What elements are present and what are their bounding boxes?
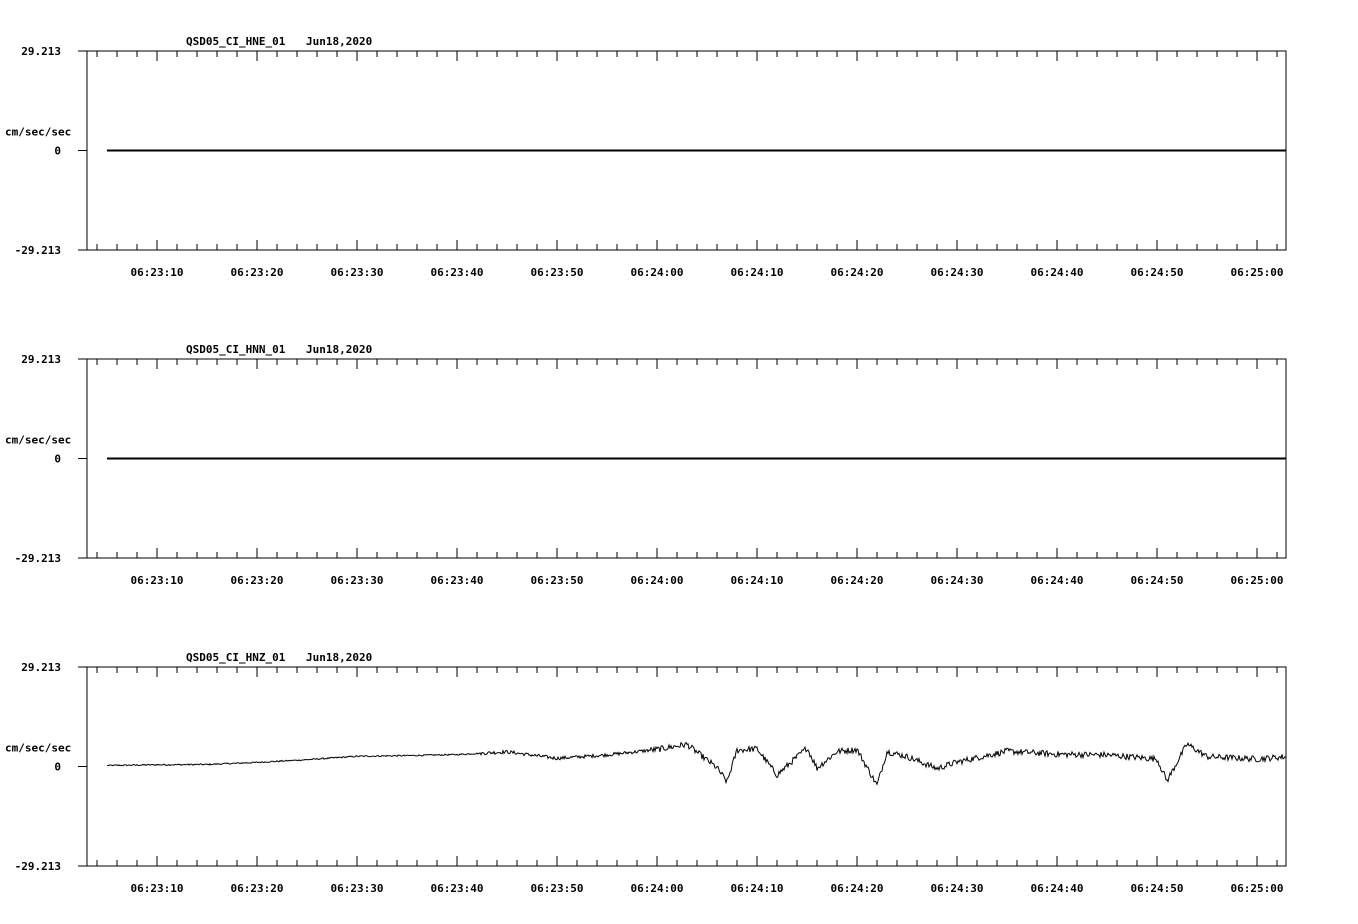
panel-1-xtick-label: 06:24:40 <box>1031 266 1084 279</box>
panel-1-xtick-label: 06:24:30 <box>931 266 984 279</box>
panel-3-xtick-label: 06:23:40 <box>431 882 484 895</box>
panel-2-xtick-label: 06:24:40 <box>1031 574 1084 587</box>
panel-1-xtick-label: 06:23:40 <box>431 266 484 279</box>
seismogram-figure: QSD05_CI_HNE_01 Jun18,2020 29.213 0 -29.213 c… <box>5 35 1287 895</box>
panel-2-ylabel: cm/sec/sec <box>5 434 71 447</box>
panel-3-xtick-label: 06:23:10 <box>131 882 184 895</box>
panel-2-ytick-bottom: -29.213 <box>15 552 61 565</box>
panel-2-xtick-label: 06:23:20 <box>231 574 284 587</box>
panel-3-ytick-top: 29.213 <box>21 661 61 674</box>
panel-3-ylabel: cm/sec/sec <box>5 742 71 755</box>
panel-1-xtick-label: 06:24:20 <box>831 266 884 279</box>
panel-1-ylabel: cm/sec/sec <box>5 126 71 139</box>
panel-3-title: QSD05_CI_HNZ_01 <box>186 651 286 664</box>
panel-3-xtick-label: 06:24:30 <box>931 882 984 895</box>
panel-2-xtick-label: 06:23:50 <box>531 574 584 587</box>
panel-2-xtick-label: 06:23:30 <box>331 574 384 587</box>
panel-1-xtick-label: 06:24:10 <box>731 266 784 279</box>
panel-1-xtick-label: 06:24:00 <box>631 266 684 279</box>
panel-2-xtick-label: 06:24:10 <box>731 574 784 587</box>
panel-3-xtick-label: 06:24:20 <box>831 882 884 895</box>
panel-3-ytick-bottom: -29.213 <box>15 860 61 873</box>
panel-1-ytick-zero: 0 <box>54 145 61 158</box>
panel-1-date: Jun18,2020 <box>306 35 372 48</box>
panel-2-xtick-label: 06:24:50 <box>1131 574 1184 587</box>
panel-1-xtick-label: 06:23:10 <box>131 266 184 279</box>
panel-2-ytick-zero: 0 <box>54 453 61 466</box>
panel-2-xtick-label: 06:23:40 <box>431 574 484 587</box>
panel-2-xtick-label: 06:23:10 <box>131 574 184 587</box>
panel-2-xtick-label: 06:24:20 <box>831 574 884 587</box>
panel-1-xtick-label: 06:25:00 <box>1231 266 1284 279</box>
panel-3-xtick-label: 06:24:00 <box>631 882 684 895</box>
panel-2-xtick-label: 06:24:00 <box>631 574 684 587</box>
panel-3-xtick-label: 06:24:40 <box>1031 882 1084 895</box>
panel-3-xtick-label: 06:24:50 <box>1131 882 1184 895</box>
panel-3-xtick-label: 06:25:00 <box>1231 882 1284 895</box>
panel-1-xtick-label: 06:23:30 <box>331 266 384 279</box>
panel-2-title: QSD05_CI_HNN_01 <box>186 343 286 356</box>
panel-2-ytick-top: 29.213 <box>21 353 61 366</box>
panel-3-xtick-label: 06:24:10 <box>731 882 784 895</box>
panel-1-xtick-label: 06:23:50 <box>531 266 584 279</box>
panel-3-trace <box>106 741 1287 786</box>
panel-3-date: Jun18,2020 <box>306 651 372 664</box>
panel-3-frame <box>86 666 1287 867</box>
panel-3-xtick-label: 06:23:50 <box>531 882 584 895</box>
panel-1-ytick-top: 29.213 <box>21 45 61 58</box>
panel-1-title: QSD05_CI_HNE_01 <box>186 35 286 48</box>
panel-2-date: Jun18,2020 <box>306 343 372 356</box>
panel-2-xtick-label: 06:25:00 <box>1231 574 1284 587</box>
panel-3-xtick-label: 06:23:30 <box>331 882 384 895</box>
panel-1-xtick-label: 06:24:50 <box>1131 266 1184 279</box>
panel-1-xtick-label: 06:23:20 <box>231 266 284 279</box>
panel-1-ytick-bottom: -29.213 <box>15 244 61 257</box>
panel-2-xtick-label: 06:24:30 <box>931 574 984 587</box>
panel-3-xtick-label: 06:23:20 <box>231 882 284 895</box>
panel-3-ytick-zero: 0 <box>54 761 61 774</box>
